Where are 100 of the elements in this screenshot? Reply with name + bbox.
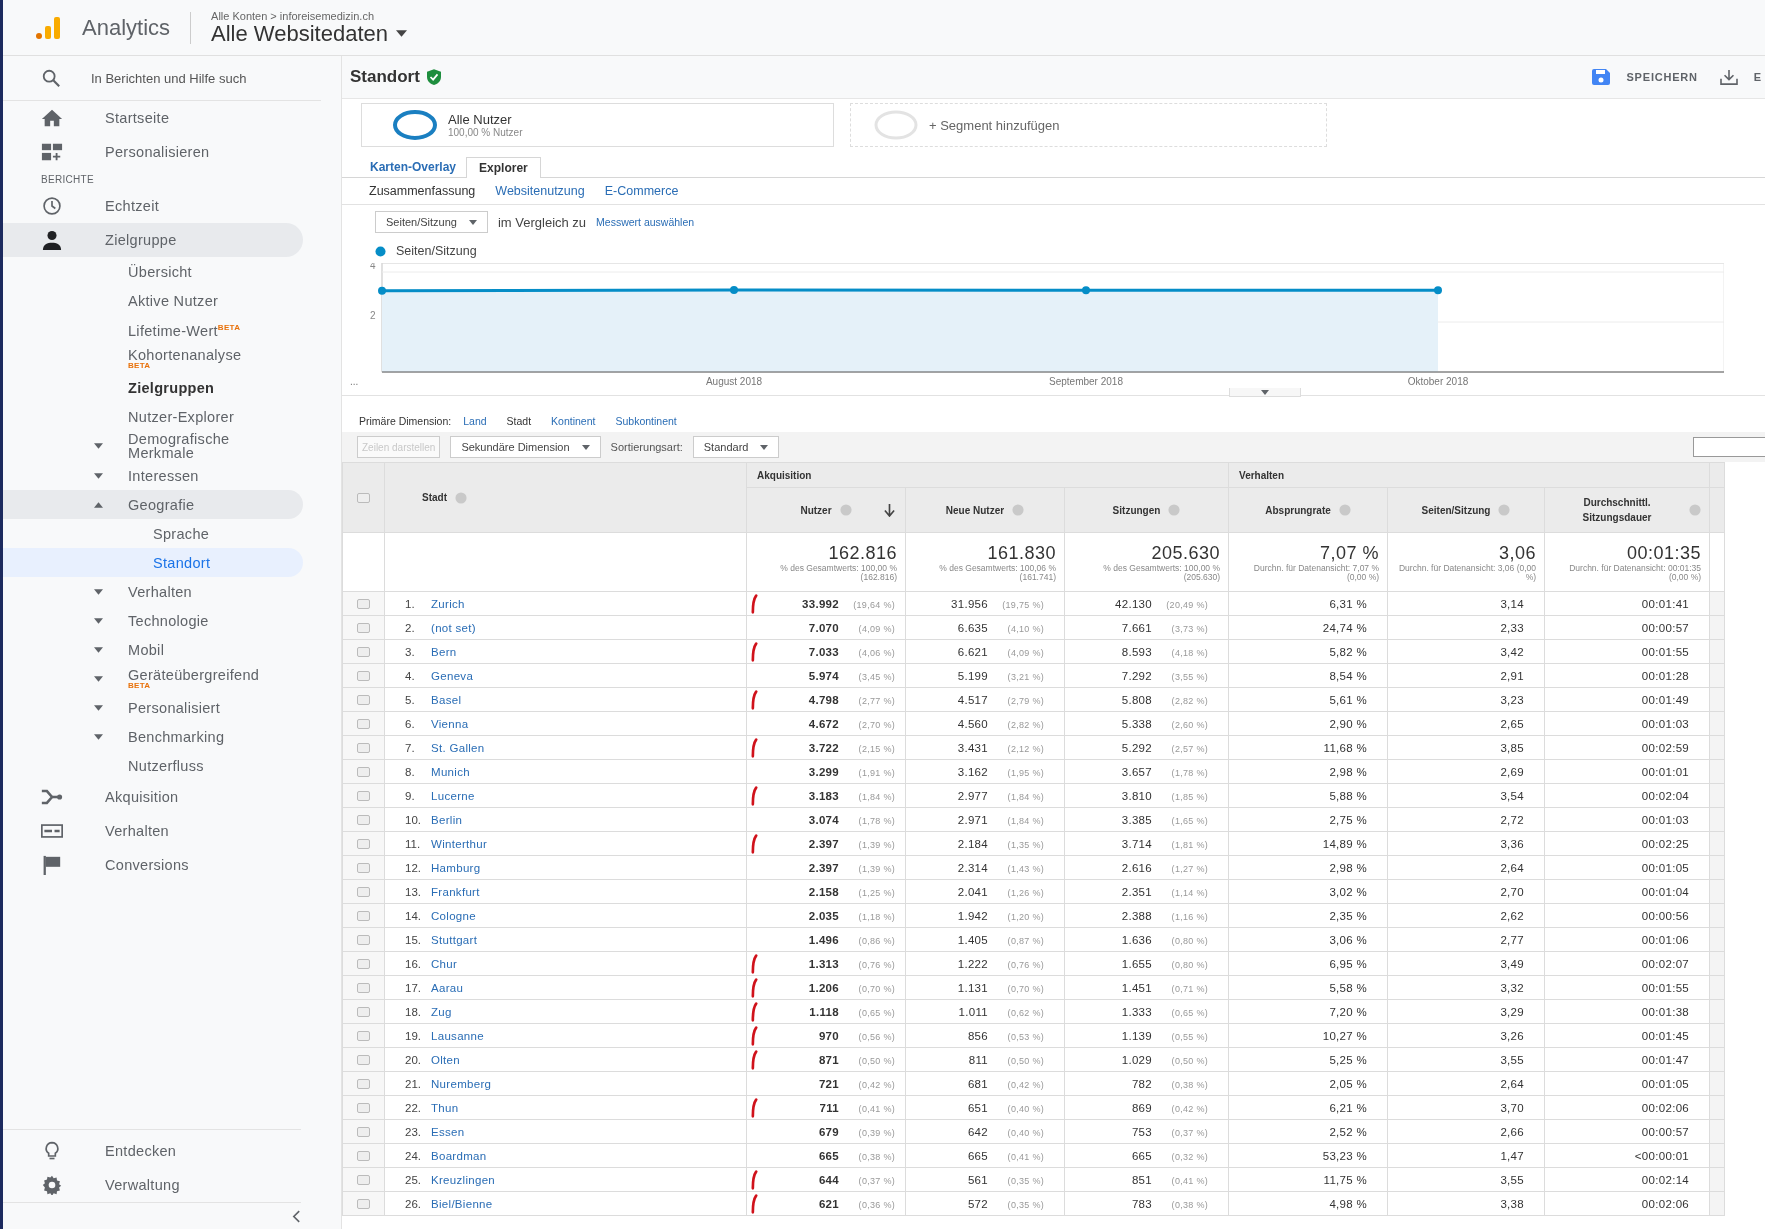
row-checkbox[interactable]: [357, 815, 370, 826]
column-header[interactable]: Stadt: [422, 492, 447, 504]
city-link[interactable]: Geneva: [431, 669, 474, 682]
city-link[interactable]: Nuremberg: [431, 1077, 492, 1090]
column-header[interactable]: Nutzer: [800, 502, 832, 518]
sidebar-item[interactable]: Sprache: [3, 519, 303, 548]
row-checkbox[interactable]: [357, 1031, 370, 1042]
city-link[interactable]: Hamburg: [431, 861, 481, 874]
row-checkbox[interactable]: [357, 791, 370, 802]
dimension-link[interactable]: Land: [463, 415, 487, 427]
city-link[interactable]: Chur: [431, 957, 458, 970]
city-link[interactable]: (not set): [431, 621, 476, 634]
sidebar-item[interactable]: Zielgruppe: [3, 223, 303, 257]
row-checkbox[interactable]: [357, 863, 370, 874]
row-checkbox[interactable]: [357, 839, 370, 850]
row-checkbox[interactable]: [357, 719, 370, 730]
sidebar-item[interactable]: Echtzeit: [3, 189, 303, 223]
row-checkbox[interactable]: [357, 911, 370, 922]
view-tab[interactable]: Explorer: [466, 157, 541, 178]
row-checkbox[interactable]: [357, 743, 370, 754]
row-checkbox[interactable]: [357, 599, 370, 610]
report-tab[interactable]: Zusammenfassung: [369, 184, 476, 198]
row-checkbox[interactable]: [357, 1079, 370, 1090]
metric-dropdown[interactable]: Seiten/Sitzung: [375, 211, 488, 233]
row-checkbox[interactable]: [357, 1007, 370, 1018]
sidebar-item[interactable]: Interessen: [3, 461, 303, 490]
sidebar-item[interactable]: Entdecken: [3, 1134, 263, 1168]
view-tab[interactable]: Karten-Overlay: [370, 160, 467, 177]
row-checkbox[interactable]: [357, 671, 370, 682]
city-link[interactable]: Basel: [431, 693, 462, 706]
city-link[interactable]: Lausanne: [431, 1029, 484, 1042]
row-checkbox[interactable]: [357, 935, 370, 946]
city-link[interactable]: Lucerne: [431, 789, 475, 802]
table-search-field[interactable]: [1693, 437, 1765, 457]
sidebar-item[interactable]: Standort: [3, 548, 303, 577]
sidebar-item[interactable]: Lifetime-Wert$^{BETA}$: [3, 315, 303, 344]
city-link[interactable]: Kreuzlingen: [431, 1173, 496, 1186]
sidebar-item[interactable]: Geräteübergreifend BETA: [3, 664, 303, 693]
city-link[interactable]: Olten: [431, 1053, 460, 1066]
select-metric-link[interactable]: Messwert auswählen: [596, 216, 695, 228]
column-header[interactable]: Absprungrate: [1265, 502, 1331, 518]
dimension-link[interactable]: Stadt: [506, 415, 532, 427]
row-checkbox[interactable]: [357, 887, 370, 898]
city-link[interactable]: Frankfurt: [431, 885, 480, 898]
sidebar-item[interactable]: Personalisiert: [3, 693, 303, 722]
row-checkbox[interactable]: [357, 959, 370, 970]
city-link[interactable]: Berlin: [431, 813, 463, 826]
report-tab[interactable]: E-Commerce: [604, 184, 679, 198]
sidebar-item[interactable]: Aktive Nutzer: [3, 286, 303, 315]
sort-arrow-icon[interactable]: [884, 503, 895, 517]
city-link[interactable]: Vienna: [431, 717, 469, 730]
sidebar-item[interactable]: Akquisition: [3, 780, 303, 814]
segment-card[interactable]: Alle Nutzer 100,00 % Nutzer: [361, 103, 834, 147]
export-button[interactable]: E: [1719, 69, 1762, 85]
sidebar-item[interactable]: Übersicht: [3, 257, 303, 286]
column-header[interactable]: Neue Nutzer: [945, 502, 1005, 518]
sidebar-item[interactable]: Verhalten: [3, 577, 303, 606]
row-checkbox[interactable]: [357, 647, 370, 658]
city-link[interactable]: Munich: [431, 765, 470, 778]
city-link[interactable]: Bern: [431, 645, 457, 658]
sidebar-item[interactable]: Personalisieren: [3, 135, 303, 169]
sidebar-item[interactable]: Mobil: [3, 635, 303, 664]
report-tab[interactable]: Websitenutzung: [495, 184, 585, 198]
breadcrumb[interactable]: Alle Konten > inforeisemedizin.ch: [211, 9, 374, 22]
city-link[interactable]: Winterthur: [431, 837, 488, 850]
row-checkbox[interactable]: [357, 983, 370, 994]
row-checkbox[interactable]: [357, 767, 370, 778]
sort-type-dropdown[interactable]: Standard: [692, 436, 780, 458]
save-button[interactable]: SPEICHERN: [1592, 69, 1698, 85]
sidebar-item[interactable]: Nutzerfluss: [3, 751, 303, 780]
city-link[interactable]: Aarau: [431, 981, 464, 994]
city-link[interactable]: Zurich: [431, 597, 465, 610]
sidebar-item[interactable]: Technologie: [3, 606, 303, 635]
city-link[interactable]: St. Gallen: [431, 741, 485, 754]
collapse-icon[interactable]: [292, 1209, 301, 1223]
search-field[interactable]: In Berichten und Hilfe such: [89, 69, 313, 87]
row-checkbox[interactable]: [357, 1127, 370, 1138]
view-selector[interactable]: Alle Websitedaten: [211, 21, 407, 46]
dimension-link[interactable]: Subkontinent: [615, 415, 677, 427]
sidebar-item[interactable]: Benchmarking: [3, 722, 303, 751]
sidebar-item[interactable]: Conversions: [3, 848, 303, 882]
sidebar-item[interactable]: Kohortenanalyse BETA: [3, 344, 303, 373]
sidebar-item[interactable]: Verhalten: [3, 814, 303, 848]
column-header[interactable]: Seiten/Sitzung: [1421, 502, 1491, 518]
city-link[interactable]: Cologne: [431, 909, 476, 922]
secondary-dimension-dropdown[interactable]: Sekundäre Dimension: [450, 436, 601, 458]
sidebar-item[interactable]: Zielgruppen: [3, 373, 303, 402]
sidebar-item[interactable]: Demografische Merkmale: [3, 431, 303, 461]
city-link[interactable]: Essen: [431, 1125, 465, 1138]
select-all-checkbox[interactable]: [357, 493, 370, 504]
row-checkbox[interactable]: [357, 1103, 370, 1114]
row-checkbox[interactable]: [357, 1151, 370, 1162]
row-checkbox[interactable]: [357, 1175, 370, 1186]
chart-toggle-handle[interactable]: [1229, 388, 1301, 397]
city-link[interactable]: Boardman: [431, 1149, 487, 1162]
column-header[interactable]: Sitzungen: [1112, 502, 1161, 518]
row-checkbox[interactable]: [357, 695, 370, 706]
city-link[interactable]: Biel/Bienne: [431, 1197, 493, 1210]
sidebar-item[interactable]: Geografie: [3, 490, 303, 519]
city-link[interactable]: Zug: [431, 1005, 452, 1018]
